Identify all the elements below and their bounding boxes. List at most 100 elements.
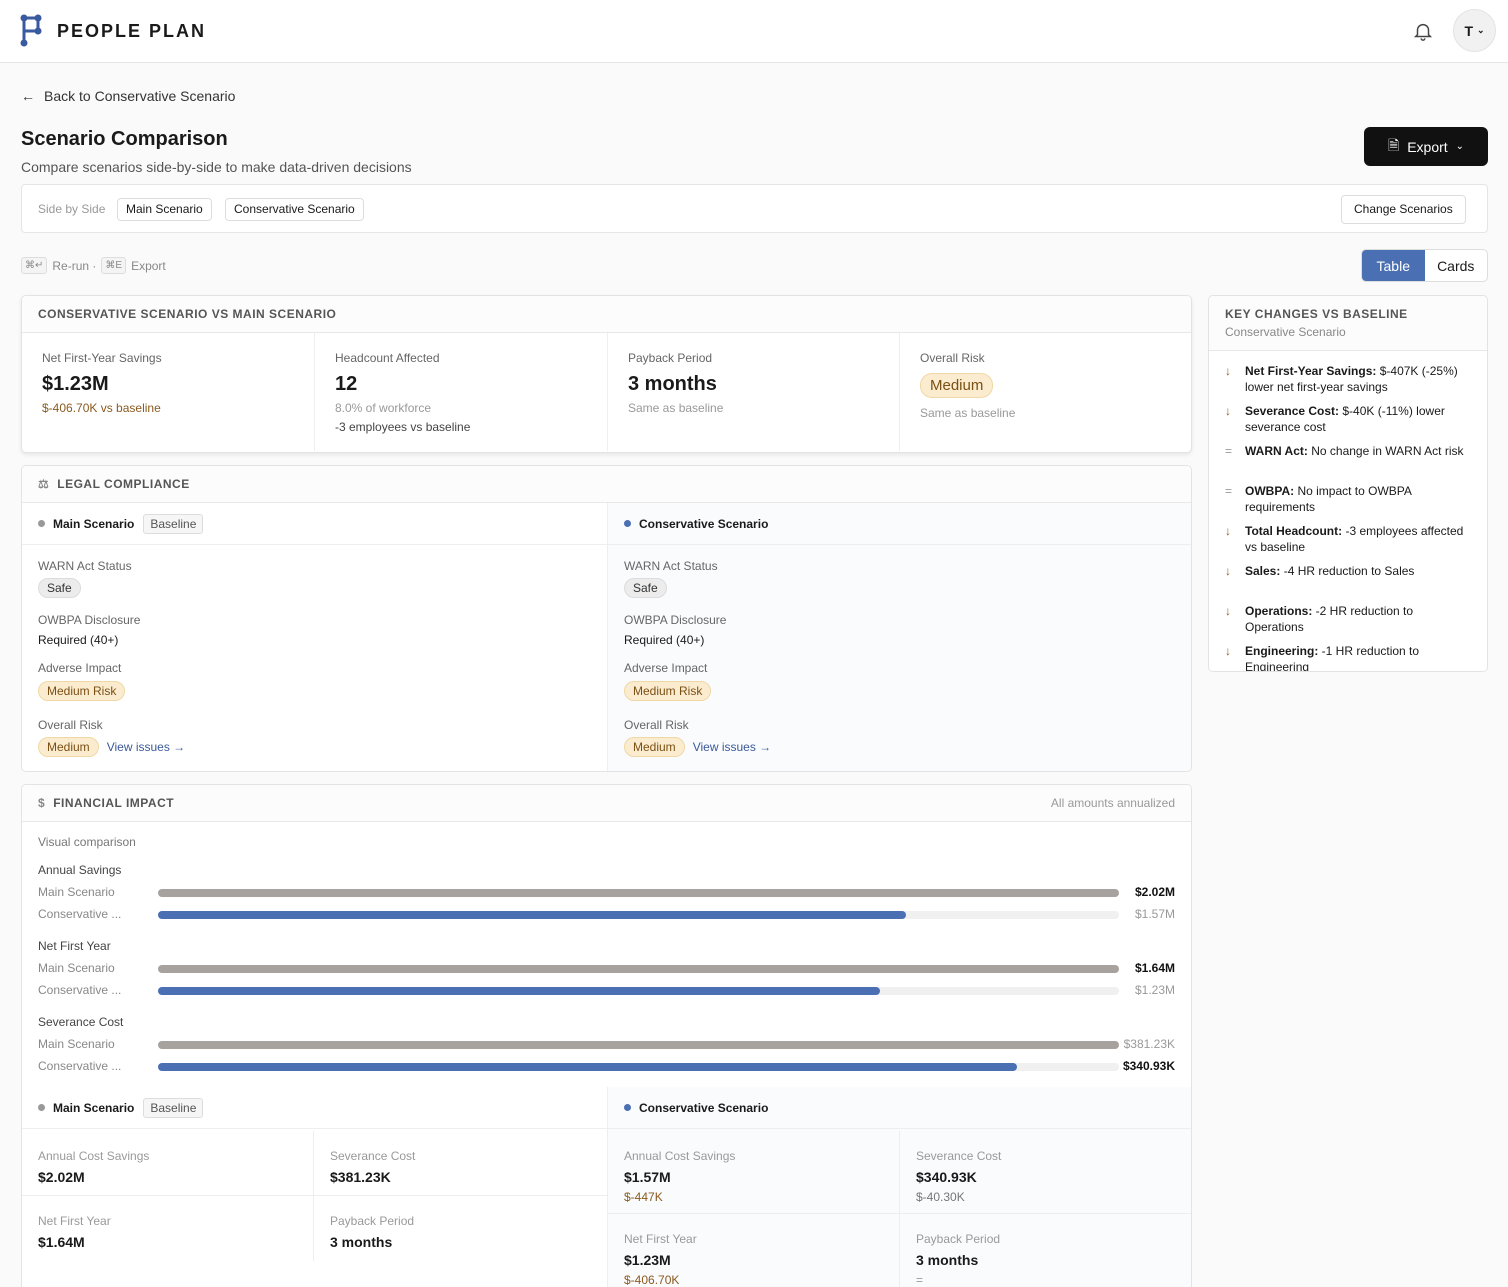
bar-series-label: Main Scenario — [38, 885, 115, 899]
export-shortcut-label: Export — [131, 258, 166, 273]
cell-value: 3 months — [330, 1234, 393, 1250]
field-label: Overall Risk — [624, 718, 689, 732]
arrow-down-icon: ↓ — [1225, 564, 1231, 578]
metric-delta: Same as baseline — [920, 406, 1016, 420]
cell-label: Net First Year — [624, 1232, 697, 1246]
field-label: WARN Act Status — [624, 559, 718, 573]
fin-cell: Net First Year $1.64M — [22, 1196, 314, 1261]
key-changes-card: KEY CHANGES VS BASELINE Conservative Sce… — [1208, 295, 1488, 672]
visual-label: Visual comparison — [38, 835, 136, 849]
adverse-badge: Medium Risk — [624, 681, 712, 701]
cell-label: Annual Cost Savings — [38, 1149, 150, 1163]
legal-col-a-head: Main Scenario Baseline — [22, 503, 607, 545]
adverse-field: Adverse Impact Medium Risk — [38, 661, 126, 701]
view-issues-link[interactable]: View issues → — [107, 740, 185, 754]
risk-badge: Medium — [624, 737, 685, 757]
logo-icon — [20, 14, 42, 47]
key-change-label: Engineering: — [1245, 644, 1319, 658]
key-change-item: = WARN Act: No change in WARN Act risk — [1225, 443, 1470, 459]
key-change-item: ↓ Sales: -4 HR reduction to Sales — [1225, 563, 1470, 579]
bar-series-label: Conservative ... — [38, 983, 122, 997]
risk-field: Overall Risk Medium View issues → — [624, 718, 771, 757]
key-change-text: No change in WARN Act risk — [1307, 444, 1464, 458]
cell-label: Payback Period — [916, 1232, 1001, 1246]
metric-label: Headcount Affected — [335, 351, 440, 365]
fin-cell: Payback Period 3 months — [314, 1196, 607, 1261]
warn-field: WARN Act Status Safe — [38, 559, 132, 598]
bar-group-label: Annual Savings — [38, 863, 122, 877]
financial-title: FINANCIAL IMPACT — [53, 796, 175, 810]
bar-fill — [158, 889, 1119, 897]
metric-payback: Payback Period 3 months Same as baseline — [608, 333, 900, 451]
cell-delta: $-40.30K — [916, 1190, 965, 1204]
kbd-rerun: ⌘↵ — [21, 257, 48, 274]
arrow-down-icon: ↓ — [1225, 404, 1231, 418]
brand-name: PEOPLE PLAN — [57, 21, 207, 41]
fin-cell: Payback Period 3 months = — [900, 1214, 1191, 1287]
metric-label: Payback Period — [628, 351, 713, 365]
baseline-badge: Baseline — [143, 1097, 204, 1118]
scenario-a-pill[interactable]: Main Scenario — [117, 198, 212, 221]
bar-track — [158, 889, 1119, 897]
tab-cards[interactable]: Cards — [1425, 250, 1488, 281]
scenario-name: Main Scenario — [53, 516, 135, 531]
field-label: Adverse Impact — [38, 661, 122, 675]
bell-icon[interactable] — [1412, 20, 1434, 42]
bar-track — [158, 1063, 1119, 1071]
warn-badge: Safe — [38, 578, 81, 598]
arrow-down-icon: ↓ — [1225, 524, 1231, 538]
fin-cell: Annual Cost Savings $2.02M — [22, 1131, 314, 1196]
mode-label: Side by Side — [38, 202, 106, 216]
metric-label: Net First-Year Savings — [42, 351, 162, 365]
cell-value: $1.57M — [624, 1169, 671, 1185]
key-changes-header: KEY CHANGES VS BASELINE Conservative Sce… — [1209, 296, 1487, 351]
page-subtitle: Compare scenarios side-by-side to make d… — [21, 159, 412, 175]
key-change-item: ↓ Engineering: -1 HR reduction to Enginee… — [1225, 643, 1470, 671]
cell-value: $2.02M — [38, 1169, 85, 1185]
avatar[interactable]: T ⌄ — [1453, 9, 1496, 52]
metric-delta: -3 employees vs baseline — [335, 420, 471, 434]
back-link[interactable]: ← Back to Conservative Scenario — [21, 88, 235, 104]
key-change-label: Total Headcount: — [1245, 524, 1343, 538]
change-scenarios-button[interactable]: Change Scenarios — [1341, 195, 1466, 224]
bar-fill — [158, 911, 906, 919]
summary-card: CONSERVATIVE SCENARIO VS MAIN SCENARIO N… — [21, 295, 1192, 453]
bar-series-label: Main Scenario — [38, 1037, 115, 1051]
bar-value: $1.64M — [1134, 961, 1175, 975]
fin-cell: Severance Cost $340.93K $-40.30K — [900, 1131, 1191, 1214]
bar-group-label: Net First Year — [38, 939, 111, 953]
fin-col-b-head: Conservative Scenario — [608, 1087, 1191, 1129]
cell-value: $340.93K — [916, 1169, 977, 1185]
dot-icon — [38, 520, 45, 527]
metric-headcount: Headcount Affected 12 8.0% of workforce … — [315, 333, 608, 451]
scenario-b-pill[interactable]: Conservative Scenario — [225, 198, 364, 221]
export-button[interactable]: 🗎 Export ⌄ — [1364, 127, 1488, 166]
equals-icon: = — [1225, 444, 1233, 458]
rerun-label: Re-run · — [52, 258, 97, 273]
shortcuts-hint: ⌘↵ Re-run · ⌘E Export — [21, 257, 166, 274]
arrow-down-icon: ↓ — [1225, 604, 1231, 618]
metric-value: 12 — [335, 373, 358, 395]
field-label: WARN Act Status — [38, 559, 132, 573]
fin-cell: Net First Year $1.23M $-406.70K — [608, 1214, 900, 1287]
view-issues-link[interactable]: View issues → — [693, 740, 771, 754]
field-label: Adverse Impact — [624, 661, 708, 675]
cell-delta: $-406.70K — [624, 1273, 680, 1287]
field-label: Overall Risk — [38, 718, 103, 732]
kbd-export: ⌘E — [101, 257, 127, 274]
metric-value: $1.23M — [42, 373, 109, 395]
tab-table[interactable]: Table — [1362, 250, 1425, 281]
cell-label: Payback Period — [330, 1214, 415, 1228]
financial-card: $ FINANCIAL IMPACT All amounts annualized … — [21, 784, 1192, 1287]
cell-delta: = — [916, 1273, 924, 1287]
owbpa-field: OWBPA Disclosure Required (40+) — [624, 613, 726, 647]
field-label: OWBPA Disclosure — [624, 613, 727, 627]
risk-badge: Medium — [920, 373, 994, 398]
key-change-label: Sales: — [1245, 564, 1281, 578]
adverse-field: Adverse Impact Medium Risk — [624, 661, 712, 701]
financial-header: $ FINANCIAL IMPACT All amounts annualized — [22, 785, 1191, 822]
bar-series-label: Conservative ... — [38, 907, 122, 921]
warn-badge: Safe — [624, 578, 667, 598]
bar-value: $1.57M — [1134, 907, 1175, 921]
bar-series-label: Main Scenario — [38, 961, 115, 975]
